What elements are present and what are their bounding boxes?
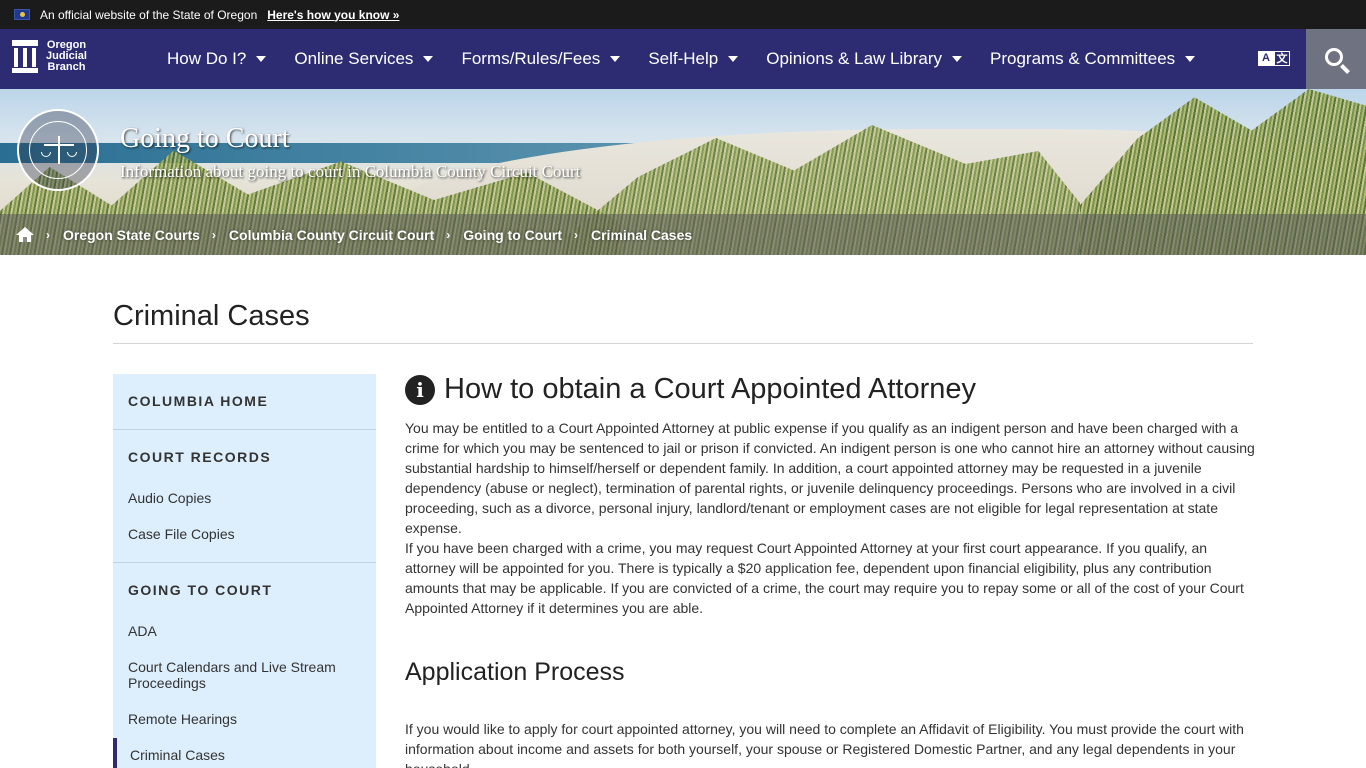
translate-icon: A bbox=[1258, 51, 1274, 66]
nav-menu: How Do I? Online Services Forms/Rules/Fe… bbox=[167, 29, 1223, 89]
hero-title: Going to Court bbox=[120, 123, 290, 154]
nav-how-do-i[interactable]: How Do I? bbox=[167, 49, 267, 69]
content-paragraph-1: You may be entitled to a Court Appointed… bbox=[405, 420, 1255, 536]
official-banner-text: An official website of the State of Oreg… bbox=[40, 7, 258, 22]
sidebar-divider bbox=[113, 562, 376, 563]
page-title: Criminal Cases bbox=[113, 300, 310, 332]
nav-opinions-law-library[interactable]: Opinions & Law Library bbox=[766, 49, 962, 69]
application-process-heading: Application Process bbox=[405, 658, 625, 686]
oregon-judicial-branch-logo[interactable]: Oregon Judicial Branch bbox=[12, 40, 87, 73]
sidebar-active-indicator bbox=[113, 738, 117, 768]
chevron-down-icon bbox=[952, 56, 962, 62]
chevron-down-icon bbox=[1185, 56, 1196, 62]
scales-of-justice-icon bbox=[29, 121, 87, 179]
sidebar-item-ada[interactable]: ADA bbox=[128, 623, 363, 639]
section-heading: How to obtain a Court Appointed Attorney bbox=[444, 373, 977, 405]
nav-forms-rules-fees[interactable]: Forms/Rules/Fees bbox=[461, 49, 621, 69]
info-circle-icon: i bbox=[405, 375, 435, 405]
sidebar-item-case-file-copies[interactable]: Case File Copies bbox=[128, 526, 363, 542]
chevron-right-icon: › bbox=[46, 227, 50, 242]
nav-online-services[interactable]: Online Services bbox=[294, 49, 434, 69]
courthouse-icon bbox=[12, 40, 38, 73]
hero-banner: Going to Court Information about going t… bbox=[0, 89, 1366, 255]
breadcrumb-columbia-county-circuit-court[interactable]: Columbia County Circuit Court bbox=[229, 227, 434, 243]
chevron-down-icon bbox=[423, 56, 434, 62]
search-icon bbox=[1325, 48, 1343, 66]
chevron-down-icon bbox=[728, 56, 739, 62]
title-divider bbox=[113, 343, 1253, 344]
home-icon[interactable] bbox=[16, 226, 34, 243]
chevron-down-icon bbox=[256, 56, 267, 62]
nav-self-help[interactable]: Self-Help bbox=[648, 49, 739, 69]
content-paragraph-3: If you would like to apply for court app… bbox=[405, 721, 1244, 768]
sidebar-item-criminal-cases[interactable]: Criminal Cases bbox=[130, 747, 365, 763]
sidebar-heading-going-to-court[interactable]: GOING TO COURT bbox=[128, 582, 272, 598]
sidebar-item-audio-copies[interactable]: Audio Copies bbox=[128, 490, 363, 506]
translate-icon-alt: 文 bbox=[1274, 51, 1290, 66]
hero-subtitle: Information about going to court in Colu… bbox=[120, 162, 581, 181]
translate-button[interactable]: A 文 bbox=[1258, 51, 1290, 66]
chevron-right-icon: › bbox=[574, 227, 578, 242]
sidebar: COLUMBIA HOME COURT RECORDS Audio Copies… bbox=[113, 374, 376, 768]
breadcrumb: › Oregon State Courts › Columbia County … bbox=[0, 214, 1366, 255]
breadcrumb-criminal-cases: Criminal Cases bbox=[591, 226, 693, 243]
sidebar-item-court-calendars[interactable]: Court Calendars and Live Stream Proceedi… bbox=[128, 659, 363, 691]
chevron-down-icon bbox=[610, 56, 621, 62]
chevron-right-icon: › bbox=[446, 227, 451, 242]
main-nav: Oregon Judicial Branch How Do I? Online … bbox=[0, 29, 1366, 89]
breadcrumb-oregon-state-courts[interactable]: Oregon State Courts bbox=[63, 227, 200, 243]
heres-how-you-know-link[interactable]: Here's how you know » bbox=[267, 8, 399, 22]
oregon-flag-icon bbox=[14, 9, 30, 20]
breadcrumb-going-to-court[interactable]: Going to Court bbox=[463, 227, 562, 243]
logo-text: Oregon Judicial Branch bbox=[46, 39, 87, 73]
official-banner: An official website of the State of Oreg… bbox=[0, 0, 1366, 29]
sidebar-divider bbox=[113, 429, 376, 430]
sidebar-item-remote-hearings[interactable]: Remote Hearings bbox=[128, 711, 363, 727]
nav-programs-committees[interactable]: Programs & Committees bbox=[990, 49, 1196, 69]
sidebar-heading-court-records[interactable]: COURT RECORDS bbox=[128, 449, 271, 465]
chevron-right-icon: › bbox=[211, 227, 216, 242]
search-button[interactable] bbox=[1306, 29, 1366, 89]
judicial-seal-icon bbox=[17, 109, 99, 191]
content-paragraph-2: If you have been charged with a crime, y… bbox=[405, 540, 1244, 616]
sidebar-heading-columbia-home[interactable]: COLUMBIA HOME bbox=[128, 393, 268, 409]
